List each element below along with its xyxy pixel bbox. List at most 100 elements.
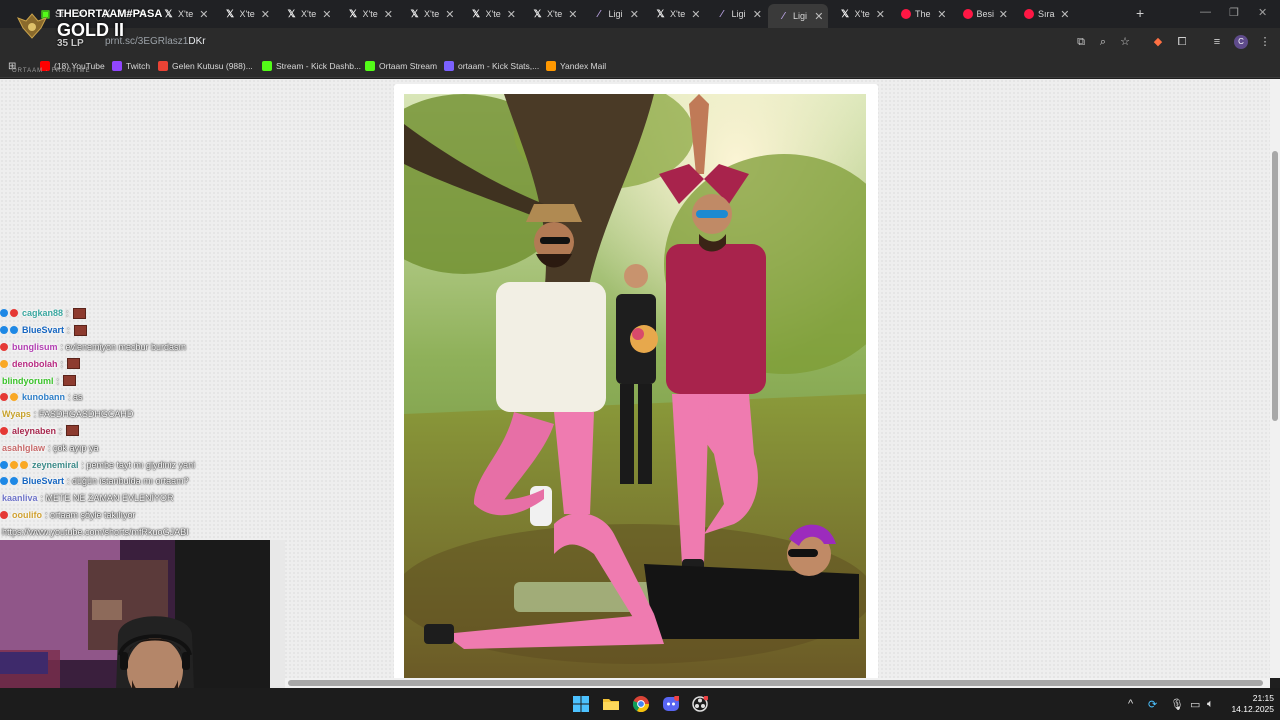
browser-tab[interactable]: Sıra ✕	[1014, 4, 1074, 24]
chat-badge-icon	[0, 309, 8, 318]
bookmark-item[interactable]: Gelen Kutusu (988)...	[158, 61, 253, 71]
browser-tab[interactable]: ⁄ Ligi ✕	[768, 4, 828, 28]
tab-close-icon[interactable]: ✕	[261, 8, 270, 21]
volume-icon[interactable]: 🔈︎	[1207, 698, 1214, 711]
close-window-icon[interactable]: ✕	[1258, 6, 1267, 19]
horizontal-scrollbar[interactable]	[284, 678, 1270, 688]
browser-tab[interactable]: 𝕏 X'te ✕	[399, 4, 459, 24]
file-explorer-icon[interactable]	[603, 696, 619, 712]
bookmark-label: Gelen Kutusu (988)...	[172, 61, 253, 71]
browser-tab[interactable]: Besi ✕	[953, 4, 1013, 24]
chrome-icon[interactable]	[633, 696, 649, 712]
chat-badge-icon	[20, 460, 28, 469]
tab-close-icon[interactable]: ✕	[507, 8, 516, 21]
chat-badge-icon	[0, 393, 8, 402]
bookmark-item[interactable]: Twitch	[112, 61, 150, 71]
tab-close-icon[interactable]: ✕	[568, 8, 577, 21]
windows-start-icon[interactable]	[573, 696, 589, 712]
chat-message: blindyoruml:	[0, 372, 290, 389]
bookmark-item[interactable]: Ortaam Stream	[365, 61, 437, 71]
gold-rank-emblem-icon	[16, 13, 48, 39]
chat-emote-icon	[67, 358, 81, 370]
vertical-scrollbar[interactable]	[1270, 79, 1280, 678]
chat-username: kunobann	[22, 392, 65, 403]
minimize-icon[interactable]: —	[1200, 6, 1211, 18]
chat-message: https://www.youtube.com/shorts/mfRkuoGJA…	[0, 523, 290, 540]
chat-username: zeynemiral	[32, 459, 79, 470]
rank-lp: 35 LP	[57, 38, 84, 49]
browser-tab[interactable]: 𝕏 X'te ✕	[522, 4, 582, 24]
tray-overflow-icon[interactable]: ^	[1128, 698, 1133, 710]
chat-badge-icon	[0, 326, 8, 335]
browser-tab[interactable]: 𝕏 X'te ✕	[276, 4, 336, 24]
chat-message: cagkan88:	[0, 305, 290, 322]
tab-close-icon[interactable]: ✕	[445, 8, 454, 21]
screenshot-photo[interactable]	[404, 94, 866, 678]
chat-message-text: :	[56, 375, 60, 386]
chat-message: BlueSvart:	[0, 322, 290, 339]
new-tab-button[interactable]: +	[1136, 5, 1144, 21]
chat-message-text: : METE NE ZAMAN EVLENİYOR	[40, 493, 174, 504]
chat-username: asahlglaw	[2, 442, 46, 453]
browser-tab[interactable]: 𝕏 X'te ✕	[830, 4, 890, 24]
tab-title: X'te	[547, 9, 563, 19]
extensions-puzzle-icon[interactable]: ⧠	[1175, 35, 1189, 49]
tab-close-icon[interactable]: ✕	[691, 8, 700, 21]
chat-message-text: : pembe tayt mı giydiniz yani	[81, 459, 196, 470]
chat-message: BlueSvart: düğün istanbulda mı ortaam?	[0, 473, 290, 490]
bookmark-item[interactable]: Stream - Kick Dashb...	[262, 61, 361, 71]
browser-tab[interactable]: 𝕏 X'te ✕	[645, 4, 705, 24]
tab-close-icon[interactable]: ✕	[876, 8, 885, 21]
chat-message: kaanliva: METE NE ZAMAN EVLENİYOR	[0, 490, 290, 507]
x-icon: 𝕏	[348, 8, 358, 20]
tab-close-icon[interactable]: ✕	[1060, 8, 1069, 21]
park-photo-illustration	[404, 94, 866, 678]
x-icon: 𝕏	[225, 8, 235, 20]
chat-username: ooulifo	[12, 509, 42, 520]
browser-tab[interactable]: ⁄ Ligi ✕	[707, 4, 767, 24]
bookmark-item[interactable]: Yandex Mail	[546, 61, 606, 71]
bookmarks-bar: ⊞ (18) YouTube Twitch Gelen Kutusu (988)..…	[0, 56, 1280, 78]
browser-tab[interactable]: ⁄ Ligi ✕	[584, 4, 644, 24]
obs-icon[interactable]	[692, 696, 708, 712]
horizontal-scroll-thumb[interactable]	[288, 680, 1263, 686]
tab-close-icon[interactable]: ✕	[937, 8, 946, 21]
discord-icon[interactable]	[663, 696, 679, 712]
bookmark-star-icon[interactable]: ☆	[1118, 35, 1132, 49]
zoom-icon[interactable]: ⌕	[1096, 35, 1110, 49]
bookmark-label: ortaam - Kick Stats,...	[458, 61, 540, 71]
chat-message: kunobann: as	[0, 389, 290, 406]
tab-close-icon[interactable]: ✕	[630, 8, 639, 21]
bookmark-label: Ortaam Stream	[379, 61, 438, 71]
extension-fox-icon[interactable]: ◆	[1151, 35, 1165, 49]
menu-kebab-icon[interactable]: ⋮	[1258, 35, 1272, 49]
youtube-icon	[962, 9, 973, 19]
microphone-icon[interactable]: 🎙︎	[1170, 698, 1184, 711]
taskbar-clock[interactable]: 21:15 14.12.2025	[1226, 693, 1274, 715]
restore-icon[interactable]: ❐	[1229, 6, 1239, 19]
profile-avatar-icon[interactable]: C	[1234, 35, 1248, 49]
tab-title: X'te	[301, 9, 317, 19]
vertical-scroll-thumb[interactable]	[1272, 151, 1278, 421]
tab-close-icon[interactable]: ✕	[814, 10, 823, 23]
browser-tab[interactable]: 𝕏 X'te ✕	[461, 4, 521, 24]
sync-icon[interactable]: ⟳	[1148, 698, 1157, 711]
browser-tab[interactable]: The ✕	[891, 4, 951, 24]
tab-close-icon[interactable]: ✕	[322, 8, 331, 21]
browser-tab[interactable]: 𝕏 X'te ✕	[338, 4, 398, 24]
media-control-icon[interactable]: ≡	[1210, 35, 1224, 49]
chat-message: zeynemiral: pembe tayt mı giydiniz yani	[0, 456, 290, 473]
network-icon[interactable]: ▭	[1190, 698, 1200, 711]
chat-message: aleynaben:	[0, 423, 290, 440]
chat-username: bunglisum	[12, 341, 58, 352]
chat-message-text: : ortaam şöyle takılıyor	[45, 509, 136, 520]
bookmark-item[interactable]: ortaam - Kick Stats,...	[444, 61, 539, 71]
tab-title: Ligi	[731, 9, 746, 19]
chat-username: BlueSvart	[22, 476, 65, 487]
install-app-icon[interactable]: ⧉	[1074, 35, 1088, 49]
bookmark-favicon-icon	[158, 61, 168, 71]
browser-tab[interactable]: 𝕏 X'te ✕	[215, 4, 275, 24]
tab-close-icon[interactable]: ✕	[384, 8, 393, 21]
tab-close-icon[interactable]: ✕	[753, 8, 762, 21]
tab-close-icon[interactable]: ✕	[999, 8, 1008, 21]
